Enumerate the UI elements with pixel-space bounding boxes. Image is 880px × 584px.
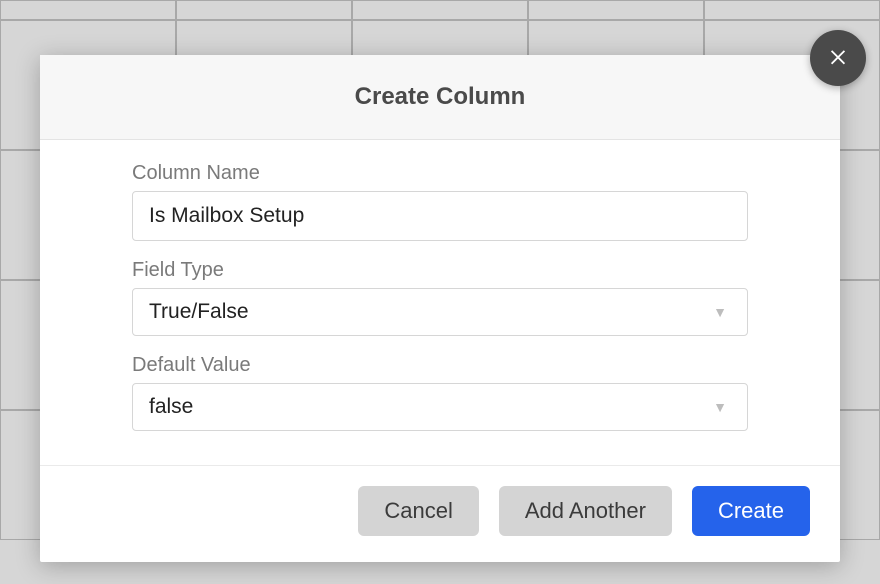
field-type-label: Field Type (132, 259, 748, 282)
cancel-button[interactable]: Cancel (358, 486, 478, 536)
default-value-group: Default Value false ▼ (132, 354, 748, 431)
field-type-select[interactable]: True/False ▼ (132, 288, 748, 336)
close-button[interactable] (810, 30, 866, 86)
modal-body: Column Name Field Type True/False ▼ Defa… (40, 140, 840, 465)
create-column-modal: Create Column Column Name Field Type Tru… (40, 55, 840, 562)
column-name-input[interactable] (132, 191, 748, 241)
create-button[interactable]: Create (692, 486, 810, 536)
modal-footer: Cancel Add Another Create (40, 465, 840, 562)
chevron-down-icon: ▼ (713, 304, 727, 320)
add-another-button[interactable]: Add Another (499, 486, 672, 536)
default-value-select[interactable]: false ▼ (132, 383, 748, 431)
chevron-down-icon: ▼ (713, 399, 727, 415)
column-name-label: Column Name (132, 162, 748, 185)
field-type-value: True/False (149, 300, 249, 324)
default-value-value: false (149, 395, 193, 419)
default-value-label: Default Value (132, 354, 748, 377)
modal-title: Create Column (60, 83, 820, 111)
column-name-group: Column Name (132, 162, 748, 241)
field-type-group: Field Type True/False ▼ (132, 259, 748, 336)
modal-header: Create Column (40, 55, 840, 140)
close-icon (827, 45, 849, 72)
